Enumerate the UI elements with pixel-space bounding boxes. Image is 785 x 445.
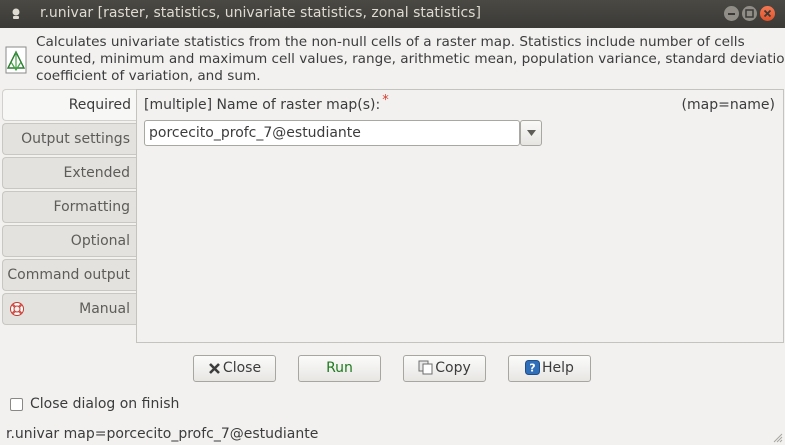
tab-label: Output settings [21,131,130,147]
statusbar-command: r.univar map=porcecito_profc_7@estudiant… [6,426,319,442]
title-bar: r.univar [raster, statistics, univariate… [0,0,785,28]
maximize-button[interactable] [742,6,757,21]
copy-icon [418,360,433,375]
tab-extended[interactable]: Extended [2,157,136,189]
close-window-button[interactable] [760,6,775,21]
tab-manual[interactable]: Manual [2,293,136,325]
window-title: r.univar [raster, statistics, univariate… [40,5,481,21]
tab-formatting[interactable]: Formatting [2,191,136,223]
tab-optional[interactable]: Optional [2,225,136,257]
required-panel: [multiple] Name of raster map(s): * (map=… [136,89,784,343]
svg-text:?: ? [529,362,535,375]
tab-label: Manual [79,301,130,317]
resize-grip-icon[interactable] [773,433,783,443]
maximize-icon [745,9,754,18]
description-line-2: counted, minimum and maximum cell values… [36,51,785,67]
tab-label: Command output [7,267,130,283]
close-button-label: Close [222,360,262,376]
tab-label: Optional [70,233,130,249]
map-field-label: [multiple] Name of raster map(s): * [144,93,389,113]
close-on-finish-checkbox[interactable] [10,398,23,411]
raster-map-input[interactable]: porcecito_profc_7@estudiante [144,120,520,146]
help-button-label: Help [542,360,574,376]
help-button[interactable]: ? Help [508,355,591,382]
minimize-button[interactable] [724,6,739,21]
help-icon: ? [525,360,541,375]
run-button-label: Run [326,360,353,376]
map-key-hint: (map=name) [681,97,775,113]
grass-logo-icon [5,46,27,74]
map-label-text: [multiple] Name of raster map(s): [144,97,381,113]
close-icon [209,363,220,374]
tab-output-settings[interactable]: Output settings [2,123,136,155]
copy-button[interactable]: Copy [403,355,486,382]
close-icon [763,9,772,18]
tab-label: Formatting [53,199,130,215]
minimize-icon [728,13,735,15]
tab-label: Extended [63,165,131,181]
raster-map-dropdown-button[interactable] [520,120,542,146]
chevron-down-icon [527,130,536,136]
description-line-1: Calculates univariate statistics from th… [36,34,745,50]
lifebuoy-icon [10,302,24,316]
app-menu-icon[interactable] [11,8,21,20]
tab-label: Required [68,97,131,113]
copy-button-label: Copy [435,360,471,376]
description-line-3: coefficient of variation, and sum. [36,68,261,84]
run-button[interactable]: Run [298,355,381,382]
module-description: Calculates univariate statistics from th… [36,34,785,85]
tab-required[interactable]: Required [2,89,137,121]
tab-command-output[interactable]: Command output [2,259,136,291]
required-marker: * [382,93,389,108]
close-button[interactable]: Close [193,355,276,382]
close-on-finish-label[interactable]: Close dialog on finish [30,396,179,412]
